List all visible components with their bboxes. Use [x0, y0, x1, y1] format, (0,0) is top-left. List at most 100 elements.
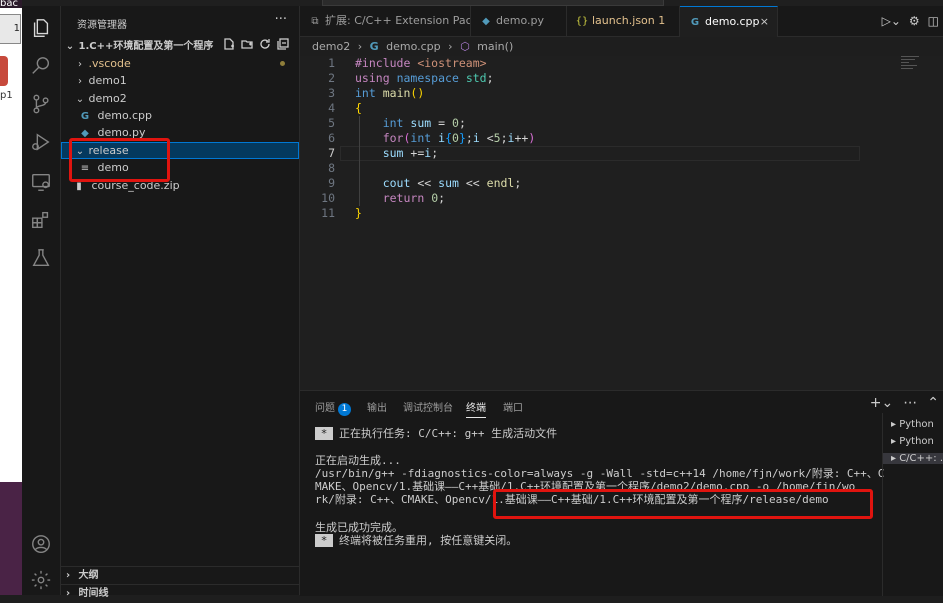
- highlight-box-output-path: [493, 489, 873, 519]
- search-icon[interactable]: [29, 54, 53, 78]
- remote-explorer-icon[interactable]: [29, 170, 53, 194]
- tab-label: 问题: [315, 403, 335, 414]
- tree-item-label: demo.cpp: [97, 109, 153, 122]
- run-debug-icon[interactable]: [29, 130, 53, 154]
- close-icon[interactable]: ×: [760, 7, 769, 37]
- new-folder-icon[interactable]: [241, 38, 253, 50]
- tab-label: launch.json 1: [592, 14, 666, 27]
- more-icon[interactable]: ⋯: [903, 395, 917, 411]
- tab-terminal[interactable]: 终端: [466, 399, 486, 418]
- line-number: 4: [328, 101, 335, 115]
- explorer-more-button[interactable]: ···: [275, 12, 287, 27]
- explorer-sidebar: 资源管理器 ··· ⌄ 1.C++环境配置及第一个程序 › .vscode › …: [61, 6, 300, 599]
- terminal-item-python[interactable]: ▸ Python: [891, 419, 934, 430]
- terminal-text: 终端将被任务重用, 按任意键关闭。: [339, 534, 518, 547]
- code-editor[interactable]: 1 #include <iostream> 2 using namespace st…: [300, 56, 943, 390]
- workspace-root-folder[interactable]: ⌄ 1.C++环境配置及第一个程序: [61, 38, 299, 55]
- cpp-icon: G: [369, 40, 379, 53]
- json-icon: {}: [575, 16, 589, 27]
- tree-item-label: .vscode: [88, 57, 131, 70]
- line-number: 9: [328, 176, 335, 190]
- desktop-dock-button[interactable]: 1: [0, 14, 21, 44]
- extension-icon: ⧉: [311, 16, 319, 27]
- terminal-icon: ▸: [891, 453, 900, 464]
- chevron-down-icon: ⌄: [65, 41, 75, 52]
- chevron-up-icon[interactable]: ⌃: [927, 395, 939, 411]
- chevron-right-icon: ›: [448, 40, 453, 53]
- tab-ports[interactable]: 端口: [503, 399, 523, 414]
- line-number: 2: [328, 71, 335, 85]
- tree-item-vscode[interactable]: › .vscode: [61, 55, 299, 72]
- task-star-icon: *: [315, 534, 333, 547]
- highlight-box-release: [69, 138, 170, 182]
- cpp-file-icon: G: [80, 111, 90, 122]
- minimap[interactable]: [901, 56, 923, 74]
- terminal-item-python-2[interactable]: ▸ Python: [891, 436, 934, 447]
- outline-section[interactable]: › 大纲: [61, 566, 299, 585]
- terminal-line: * 终端将被任务重用, 按任意键关闭。: [315, 534, 517, 547]
- bottom-panel: 问题 1 输出 调试控制台 终端 端口 +⌄ ⋯ ⌃ * 正在执行任务: C/C++…: [300, 390, 943, 596]
- terminal-line: 正在启动生成...: [315, 454, 401, 467]
- panel-actions: +⌄ ⋯ ⌃: [870, 395, 939, 411]
- tree-item-label: demo1: [88, 74, 127, 87]
- explorer-icon[interactable]: [29, 16, 53, 40]
- tab-demo-cpp[interactable]: Gdemo.cpp ×: [680, 6, 778, 37]
- refresh-icon[interactable]: [259, 38, 271, 50]
- gear-icon[interactable]: ⚙: [909, 14, 920, 28]
- tree-item-demo1[interactable]: › demo1: [61, 72, 299, 89]
- chevron-down-icon: ⌄: [75, 94, 85, 105]
- chevron-right-icon: ›: [65, 570, 71, 581]
- line-number: 6: [328, 131, 335, 145]
- desktop-strip: bac 1 p1: [0, 0, 22, 595]
- line-number: 3: [328, 86, 335, 100]
- tab-demo-py[interactable]: ◆ demo.py: [471, 6, 567, 36]
- breadcrumb-file[interactable]: demo.cpp: [386, 40, 441, 53]
- python-icon: ◆: [482, 16, 490, 27]
- tab-label: 扩展: C/C++ Extension Pack: [325, 14, 471, 27]
- line-number: 10: [321, 191, 335, 205]
- terminal-item-cpp[interactable]: ▸ C/C++: ...: [883, 453, 943, 464]
- terminal-icon: ▸: [891, 436, 900, 447]
- terminal-item-label: C/C++: ...: [899, 453, 943, 464]
- tree-item-label: demo2: [88, 92, 127, 105]
- testing-icon[interactable]: [29, 246, 53, 270]
- tab-launch-json[interactable]: {} launch.json 1: [567, 6, 680, 36]
- tree-item-demo-cpp[interactable]: G demo.cpp: [61, 107, 299, 124]
- terminal-list: ▸ Python ▸ Python ▸ C/C++: ...: [882, 413, 943, 596]
- extensions-icon[interactable]: [29, 208, 53, 232]
- activity-bar: [22, 6, 61, 595]
- source-control-icon[interactable]: [29, 92, 53, 116]
- desktop-wallpaper: [0, 482, 22, 595]
- terminal-line: * 正在执行任务: C/C++: g++ 生成活动文件: [315, 427, 557, 440]
- tab-problems[interactable]: 问题 1: [315, 399, 351, 416]
- terminal-line: /usr/bin/g++ -fdiagnostics-color=always …: [315, 467, 885, 480]
- task-star-icon: *: [315, 427, 333, 440]
- split-editor-icon[interactable]: ◫: [928, 14, 939, 28]
- timeline-section[interactable]: › 时间线: [61, 584, 299, 603]
- new-file-icon[interactable]: [223, 38, 235, 50]
- terminal-item-label: Python: [899, 419, 934, 430]
- breadcrumb-folder[interactable]: demo2: [312, 40, 350, 53]
- editor-actions: ▷⌄ ⚙ ◫: [882, 6, 943, 36]
- line-number: 11: [321, 206, 335, 220]
- chevron-right-icon: ›: [78, 76, 82, 87]
- add-terminal-icon[interactable]: +⌄: [870, 395, 893, 411]
- chevron-right-icon: ›: [65, 588, 71, 599]
- line-number: 1: [328, 56, 335, 70]
- tree-item-demo2[interactable]: ⌄ demo2: [61, 90, 299, 107]
- tab-label: demo.py: [496, 14, 544, 27]
- settings-gear-icon[interactable]: [29, 568, 53, 592]
- terminal-line: 生成已成功完成。: [315, 521, 403, 534]
- breadcrumb-symbol[interactable]: main(): [477, 40, 513, 53]
- tab-output[interactable]: 输出: [367, 399, 387, 414]
- line-number: 5: [328, 116, 335, 130]
- tab-debug-console[interactable]: 调试控制台: [403, 399, 453, 414]
- account-icon[interactable]: [29, 532, 53, 556]
- terminal-item-label: Python: [899, 436, 934, 447]
- tab-extension-pack[interactable]: ⧉ 扩展: C/C++ Extension Pack: [300, 6, 471, 36]
- outline-label: 大纲: [78, 570, 99, 581]
- collapse-all-icon[interactable]: [277, 38, 289, 50]
- run-icon[interactable]: ▷⌄: [882, 14, 901, 28]
- desktop-app-icon[interactable]: [0, 56, 8, 86]
- workspace-root-label: 1.C++环境配置及第一个程序: [78, 41, 214, 52]
